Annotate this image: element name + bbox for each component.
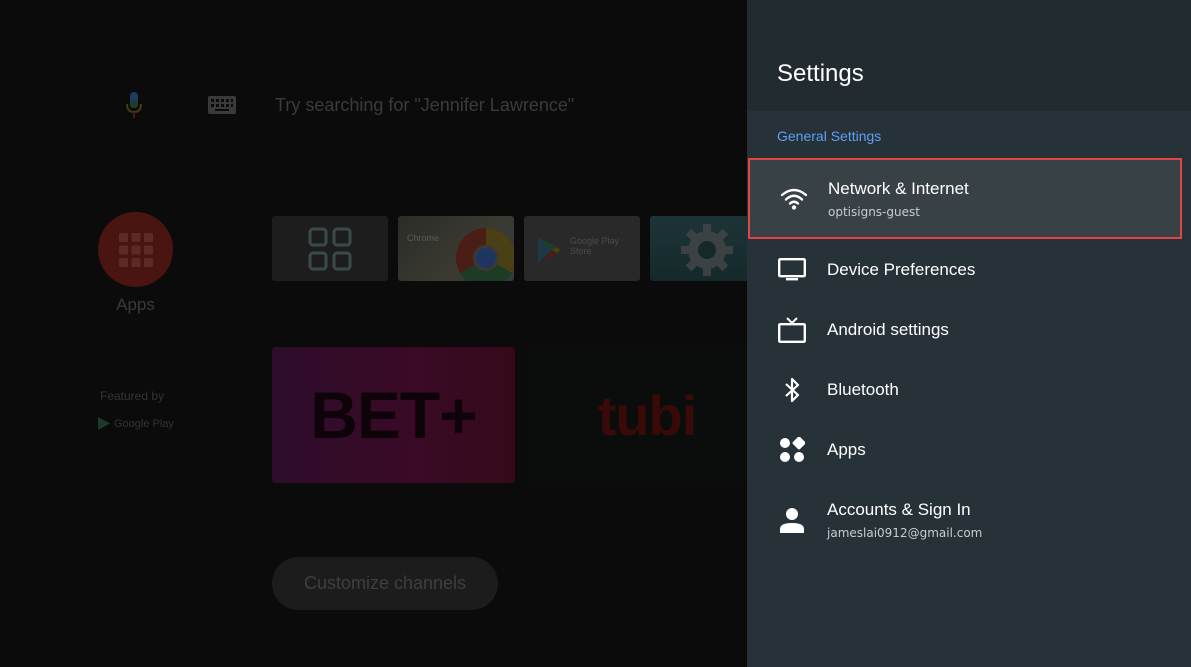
person-icon xyxy=(777,505,807,535)
tile-bet-plus[interactable]: BET+ xyxy=(272,347,515,483)
tile-settings[interactable] xyxy=(650,216,747,281)
gear-icon xyxy=(681,224,733,276)
menu-item-text: Bluetooth xyxy=(827,380,899,400)
menu-item-label: Android settings xyxy=(827,320,949,339)
menu-item-label: Apps xyxy=(827,440,866,459)
wifi-icon xyxy=(779,184,809,214)
menu-item-android-settings[interactable]: Android settings xyxy=(747,300,1191,360)
grid-icon xyxy=(118,232,153,267)
chrome-icon xyxy=(456,228,514,281)
home-screen: Try searching for "Jennifer Lawrence" Ap… xyxy=(0,0,747,667)
microphone-icon[interactable] xyxy=(124,90,144,120)
featured-by-label: Featured by xyxy=(100,389,165,403)
play-store-icon xyxy=(538,237,560,263)
page-title: Settings xyxy=(777,60,864,87)
menu-item-text: Apps xyxy=(827,440,866,460)
menu-item-subtitle: jameslai0912@gmail.com xyxy=(827,526,983,540)
search-hint[interactable]: Try searching for "Jennifer Lawrence" xyxy=(275,95,574,116)
menu-item-label: Device Preferences xyxy=(827,260,976,279)
menu-item-label: Network & Internet xyxy=(828,178,969,198)
tile-apps[interactable] xyxy=(272,216,388,281)
tile-tubi[interactable]: tubi xyxy=(527,347,747,483)
google-play-label: Google Play xyxy=(114,417,174,430)
tv-monitor-icon xyxy=(777,255,807,285)
settings-panel: Settings General Settings Network & Inte… xyxy=(747,0,1191,667)
tile-play-store[interactable]: Google Play Store xyxy=(524,216,640,281)
apps-dots-icon xyxy=(777,435,807,465)
menu-item-device-preferences[interactable]: Device Preferences xyxy=(747,240,1191,300)
settings-header: Settings xyxy=(747,0,1191,111)
keyboard-icon[interactable] xyxy=(208,96,236,114)
apps-outline-icon xyxy=(308,227,352,270)
tv-antenna-icon xyxy=(777,315,807,345)
menu-item-bluetooth[interactable]: Bluetooth xyxy=(747,360,1191,420)
play-store-tile-label: Google Play Store xyxy=(570,236,620,256)
menu-item-apps[interactable]: Apps xyxy=(747,420,1191,480)
apps-button[interactable] xyxy=(98,212,173,287)
menu-item-label: Accounts & Sign In xyxy=(827,500,971,519)
google-play-badge: Google Play xyxy=(98,417,174,430)
chrome-tile-label: Chrome xyxy=(407,233,440,243)
menu-item-accounts-sign-in[interactable]: Accounts & Sign In jameslai0912@gmail.co… xyxy=(747,490,1191,550)
play-store-icon xyxy=(98,417,110,430)
bet-plus-logo: BET+ xyxy=(310,378,478,452)
bluetooth-icon xyxy=(777,375,807,405)
menu-item-label: Bluetooth xyxy=(827,380,899,399)
menu-item-text: Accounts & Sign In jameslai0912@gmail.co… xyxy=(827,500,982,540)
tubi-logo: tubi xyxy=(597,383,698,447)
tile-chrome[interactable]: Chrome xyxy=(398,216,514,281)
menu-item-subtitle: optisigns-guest xyxy=(828,204,920,219)
customize-channels-button[interactable]: Customize channels xyxy=(272,557,498,610)
section-general-settings: General Settings xyxy=(777,128,882,144)
menu-item-text: Android settings xyxy=(827,320,949,340)
menu-item-text: Device Preferences xyxy=(827,260,975,280)
menu-item-network-internet[interactable]: Network & Internet optisigns-guest xyxy=(748,158,1182,239)
menu-item-text: Network & Internet optisigns-guest xyxy=(828,179,969,219)
apps-label: Apps xyxy=(116,295,155,314)
